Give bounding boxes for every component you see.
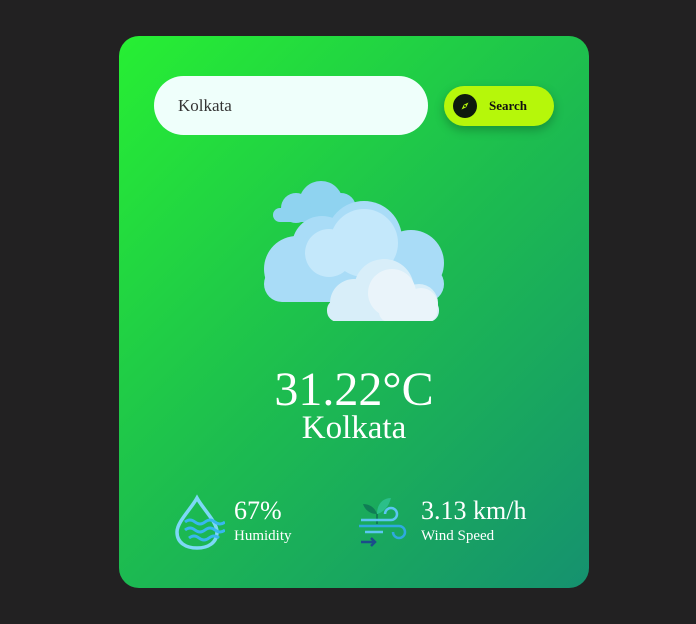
- humidity-value: 67%: [234, 496, 282, 525]
- city-name: Kolkata: [301, 410, 407, 446]
- humidity-label: Humidity: [234, 528, 292, 544]
- humidity-icon: [175, 494, 225, 550]
- compass-icon: [453, 94, 477, 118]
- clouds-icon: [264, 181, 444, 321]
- wind-icon: [359, 498, 407, 547]
- weather-card: Search: [119, 36, 589, 588]
- wind-speed-label: Wind Speed: [421, 528, 495, 544]
- wind-speed-value: 3.13 km/h: [421, 496, 527, 525]
- search-button-label: Search: [489, 98, 528, 113]
- city-search-input[interactable]: [154, 76, 428, 135]
- search-button[interactable]: Search: [444, 86, 554, 126]
